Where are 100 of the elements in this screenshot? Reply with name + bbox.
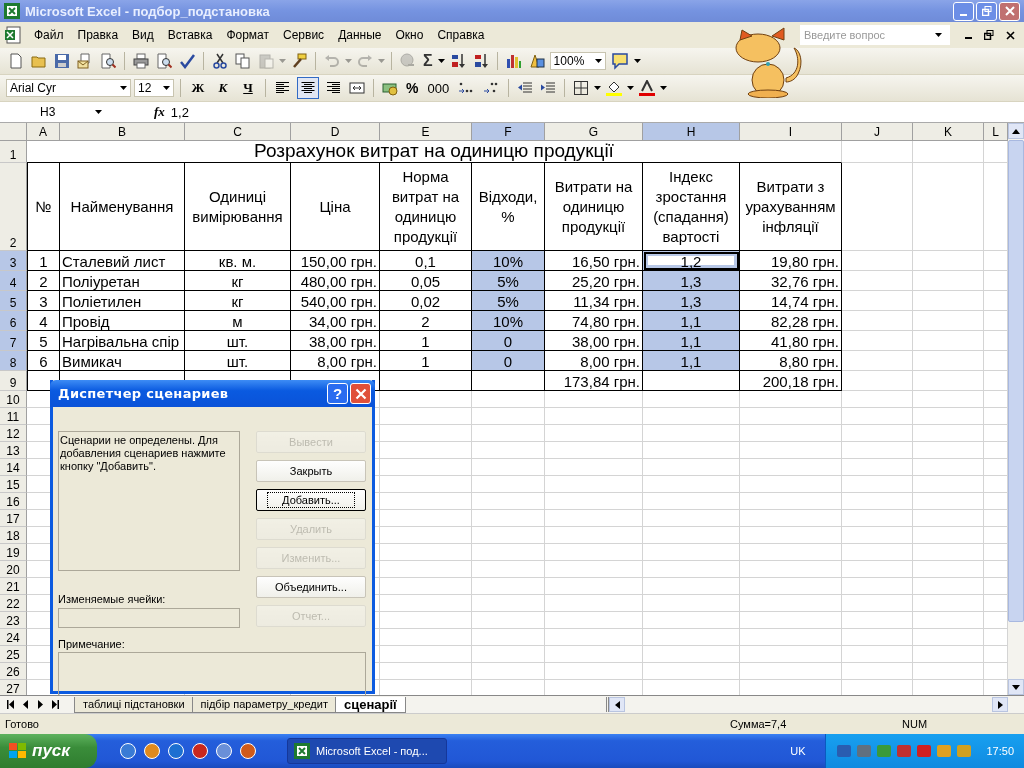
- autosum-button[interactable]: Σ: [423, 53, 433, 69]
- previous-sheet-icon[interactable]: [22, 700, 30, 709]
- font-field[interactable]: Arial Cyr: [6, 79, 131, 97]
- name-box[interactable]: H3: [0, 103, 110, 121]
- menu-item[interactable]: Окно: [389, 26, 430, 44]
- tray-icon[interactable]: [956, 743, 973, 759]
- spelling-check-icon[interactable]: [179, 53, 195, 69]
- dropdown-arrow-icon[interactable]: [95, 110, 102, 114]
- column-header[interactable]: G: [545, 123, 643, 141]
- column-header[interactable]: C: [185, 123, 291, 141]
- row-header[interactable]: 19: [0, 544, 27, 561]
- table-cell[interactable]: 150,00 грн.: [291, 251, 380, 271]
- close-button[interactable]: [350, 383, 371, 404]
- decrease-indent-icon[interactable]: [517, 80, 534, 96]
- row-header[interactable]: 11: [0, 408, 27, 425]
- sheet-tab[interactable]: сценарії: [334, 696, 406, 713]
- scenario-list[interactable]: Сценарии не определены. Для добавления сценариев нажмите кнопку "Добавить".: [58, 431, 240, 571]
- column-header[interactable]: K: [913, 123, 984, 141]
- printer-icon[interactable]: [133, 53, 149, 69]
- scroll-thumb[interactable]: [1008, 140, 1024, 622]
- menu-item[interactable]: Вставка: [161, 26, 219, 44]
- caret-icon[interactable]: [660, 86, 668, 90]
- money-icon[interactable]: [382, 80, 398, 96]
- table-cell[interactable]: шт.: [185, 351, 291, 371]
- tray-icon[interactable]: [896, 743, 913, 759]
- menu-item[interactable]: Данные: [332, 26, 388, 44]
- tray-icon[interactable]: [876, 743, 893, 759]
- table-cell[interactable]: 540,00 грн.: [291, 291, 380, 311]
- column-header[interactable]: H: [643, 123, 740, 141]
- borders-icon[interactable]: [573, 80, 590, 96]
- scissors-icon[interactable]: [212, 53, 228, 69]
- minimize-icon[interactable]: [965, 37, 972, 39]
- table-cell[interactable]: Провід: [60, 311, 185, 331]
- table-cell[interactable]: 1,3: [643, 291, 740, 311]
- caret-icon[interactable]: [627, 86, 635, 90]
- dropdown-arrow-icon[interactable]: [935, 33, 942, 37]
- folder-icon[interactable]: [31, 53, 47, 69]
- row-header[interactable]: 9: [0, 371, 27, 391]
- table-cell[interactable]: 1,2: [643, 251, 740, 271]
- quick-launch-icon[interactable]: [215, 742, 233, 760]
- font-style-button[interactable]: К: [212, 78, 234, 98]
- taskbar-button[interactable]: Microsoft Excel - под...: [287, 738, 447, 764]
- table-cell[interactable]: 0: [472, 331, 545, 351]
- dropdown-arrow-icon[interactable]: [594, 59, 602, 63]
- table-cell[interactable]: 200,18 грн.: [740, 371, 842, 391]
- quick-launch-icon[interactable]: [239, 742, 257, 760]
- table-cell[interactable]: шт.: [185, 331, 291, 351]
- row-header[interactable]: 13: [0, 442, 27, 459]
- table-cell[interactable]: 1,3: [643, 271, 740, 291]
- row-header[interactable]: 2: [0, 163, 27, 251]
- table-cell[interactable]: 4: [27, 311, 60, 331]
- table-cell[interactable]: 6: [27, 351, 60, 371]
- new-document-icon[interactable]: [8, 53, 24, 69]
- help-button[interactable]: ?: [327, 383, 348, 404]
- table-cell[interactable]: 5%: [472, 271, 545, 291]
- table-cell[interactable]: 5: [27, 331, 60, 351]
- mail-document-icon[interactable]: [77, 53, 93, 69]
- row-header[interactable]: 7: [0, 331, 27, 351]
- caret-icon[interactable]: [594, 86, 602, 90]
- table-cell[interactable]: 480,00 грн.: [291, 271, 380, 291]
- sort-ascending-icon[interactable]: [449, 53, 466, 69]
- magnifier-page-icon[interactable]: [100, 53, 116, 69]
- sheet-tab[interactable]: таблиці підстановки: [74, 696, 194, 713]
- start-button[interactable]: пуск: [0, 734, 97, 768]
- row-header[interactable]: 3: [0, 251, 27, 271]
- align-button[interactable]: [297, 77, 319, 99]
- table-cell[interactable]: 1: [27, 251, 60, 271]
- increase-indent-icon[interactable]: [540, 80, 557, 96]
- table-cell[interactable]: кв. м.: [185, 251, 291, 271]
- quick-launch-icon[interactable]: [191, 742, 209, 760]
- dialog-button[interactable]: Закрыть: [256, 460, 366, 482]
- workbook-icon[interactable]: [4, 26, 22, 44]
- column-header[interactable]: A: [27, 123, 60, 141]
- column-header[interactable]: L: [984, 123, 1008, 141]
- close-icon[interactable]: [1006, 30, 1015, 40]
- row-header[interactable]: 22: [0, 595, 27, 612]
- table-cell[interactable]: 38,00 грн.: [291, 331, 380, 351]
- empty-cell[interactable]: [380, 371, 472, 391]
- row-header[interactable]: 1: [0, 141, 27, 163]
- column-header[interactable]: E: [380, 123, 472, 141]
- row-header[interactable]: 23: [0, 612, 27, 629]
- table-cell[interactable]: Сталевий лист: [60, 251, 185, 271]
- empty-cell[interactable]: [472, 371, 545, 391]
- quick-launch-icon[interactable]: [167, 742, 185, 760]
- sheet-tab[interactable]: підбір параметру_кредит: [191, 696, 337, 713]
- row-header[interactable]: 14: [0, 459, 27, 476]
- column-header[interactable]: D: [291, 123, 380, 141]
- table-cell[interactable]: 10%: [472, 311, 545, 331]
- tray-icon[interactable]: [916, 743, 933, 759]
- quick-launch-icon[interactable]: [143, 742, 161, 760]
- copy-icon[interactable]: [235, 53, 251, 69]
- table-cell[interactable]: кг: [185, 291, 291, 311]
- dropdown-arrow-icon[interactable]: [163, 86, 170, 90]
- table-cell[interactable]: 41,80 грн.: [740, 331, 842, 351]
- paintbrush-icon[interactable]: [291, 53, 307, 69]
- column-header[interactable]: F: [472, 123, 545, 141]
- table-cell[interactable]: 8,80 грн.: [740, 351, 842, 371]
- next-sheet-icon[interactable]: [36, 700, 44, 709]
- scroll-down-icon[interactable]: [1012, 684, 1020, 690]
- last-sheet-icon[interactable]: [50, 700, 60, 709]
